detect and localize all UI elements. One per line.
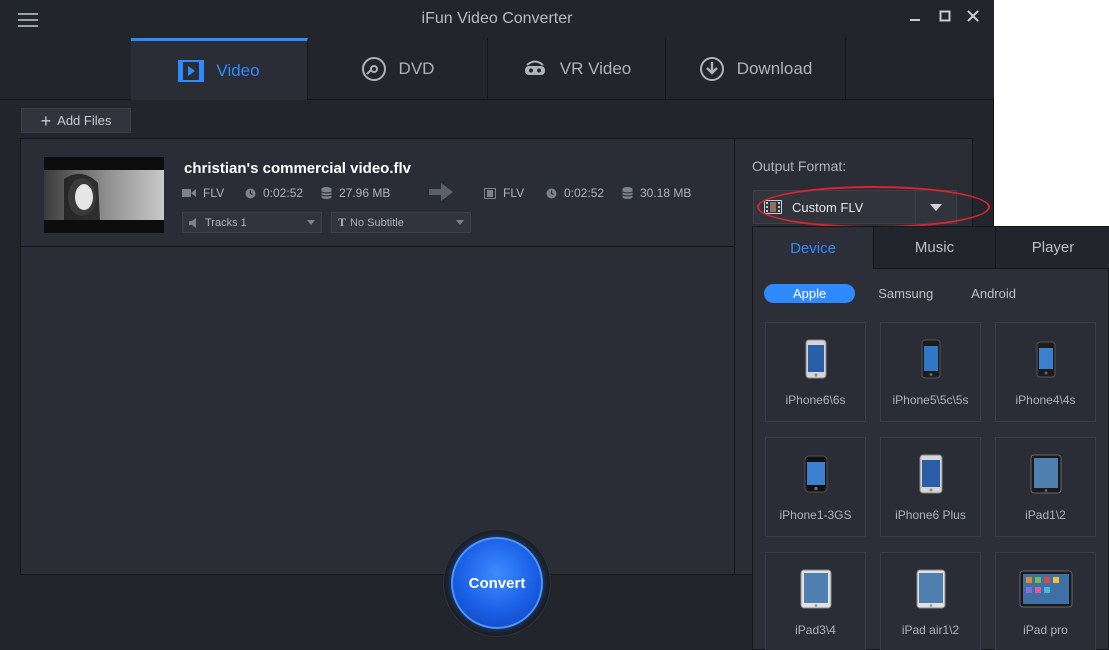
output-duration: 0:02:52: [546, 186, 604, 200]
device-label: iPhone6 Plus: [895, 508, 966, 522]
ipad-icon: [881, 569, 980, 613]
audio-tracks-select[interactable]: Tracks 1: [182, 212, 322, 233]
tab-download-label: Download: [736, 59, 813, 78]
output-format-label: Output Format:: [752, 158, 847, 174]
chevron-down-icon[interactable]: [930, 204, 942, 211]
clock-icon: [245, 188, 256, 199]
video-thumbnail: [44, 157, 164, 233]
device-label: iPhone5\5c\5s: [892, 393, 969, 407]
database-icon: [622, 187, 633, 199]
tab-music[interactable]: Music: [874, 227, 996, 269]
dvd-icon: [361, 57, 386, 81]
tab-vr-video[interactable]: VR Video: [488, 38, 666, 100]
subtitle-value: No Subtitle: [350, 216, 404, 229]
convert-button[interactable]: Convert: [451, 537, 543, 629]
source-duration: 0:02:52: [245, 186, 303, 200]
main-tabs: Video DVD VR Video Download: [0, 38, 994, 100]
device-label: iPad pro: [1023, 623, 1068, 637]
vr-headset-icon: [524, 60, 545, 75]
device-iphone1-3gs[interactable]: iPhone1-3GS: [765, 437, 866, 537]
add-files-label: Add Files: [57, 113, 112, 128]
output-duration-value: 0:02:52: [564, 186, 605, 200]
device-ipad1-2[interactable]: iPad1\2: [995, 437, 1096, 537]
source-format-value: FLV: [203, 186, 225, 200]
device-label: iPad1\2: [1025, 508, 1066, 522]
tab-vr-video-label: VR Video: [559, 59, 632, 78]
device-label: iPhone6\6s: [785, 393, 846, 407]
text-icon: T: [338, 215, 347, 229]
iphone-icon: [881, 454, 980, 498]
subtitle-select[interactable]: T No Subtitle: [331, 212, 471, 233]
file-name: christian's commercial video.flv: [184, 160, 411, 177]
tab-dvd[interactable]: DVD: [308, 38, 488, 100]
device-ipad3-4[interactable]: iPad3\4: [765, 552, 866, 650]
brand-apple[interactable]: Apple: [764, 283, 856, 303]
device-ipad-pro[interactable]: iPad pro: [995, 552, 1096, 650]
tab-video[interactable]: Video: [131, 38, 308, 100]
clock-icon: [546, 188, 557, 199]
tab-video-label: Video: [216, 60, 260, 80]
video-camera-icon: [182, 188, 196, 198]
device-ipad-air1-2[interactable]: iPad air1\2: [880, 552, 981, 650]
tab-device[interactable]: Device: [753, 227, 874, 269]
device-label: iPad3\4: [795, 623, 836, 637]
chevron-down-icon: [456, 220, 464, 225]
iphone-icon: [881, 339, 980, 383]
tab-dvd-label: DVD: [398, 59, 435, 78]
device-label: iPhone1-3GS: [779, 508, 852, 522]
tab-download[interactable]: Download: [666, 38, 846, 100]
output-size-value: 30.18 MB: [640, 186, 692, 200]
source-size-value: 27.96 MB: [339, 186, 391, 200]
ipad-icon: [996, 569, 1095, 613]
divider: [915, 191, 916, 223]
output-format-value: FLV: [503, 186, 525, 200]
format-popup: Device Music Player Apple Samsung Androi…: [752, 226, 1109, 650]
source-size: 27.96 MB: [321, 186, 390, 200]
file-list: christian's commercial video.flv FLV 0:0…: [20, 138, 735, 575]
audio-tracks-value: Tracks 1: [205, 216, 247, 229]
brand-samsung[interactable]: Samsung: [863, 284, 948, 303]
brand-filter: Apple Samsung Android: [764, 283, 1039, 303]
output-size: 30.18 MB: [622, 186, 691, 200]
title-bar: iFun Video Converter: [0, 0, 994, 38]
source-format: FLV: [182, 186, 224, 200]
chevron-down-icon: [307, 220, 315, 225]
device-iphone6-6s[interactable]: iPhone6\6s: [765, 322, 866, 422]
close-icon[interactable]: [964, 9, 982, 27]
output-format-value: Custom FLV: [792, 199, 864, 215]
file-row[interactable]: christian's commercial video.flv FLV 0:0…: [21, 139, 734, 247]
convert-arrow-icon: [429, 183, 453, 206]
device-iphone5-5c-5s[interactable]: iPhone5\5c\5s: [880, 322, 981, 422]
database-icon: [321, 187, 332, 199]
maximize-icon[interactable]: [936, 9, 954, 27]
source-duration-value: 0:02:52: [263, 186, 304, 200]
download-icon: [699, 57, 724, 81]
plus-icon: +: [40, 110, 52, 131]
device-label: iPad air1\2: [901, 623, 960, 637]
speaker-icon: [189, 217, 196, 228]
device-iphone4-4s[interactable]: iPhone4\4s: [995, 322, 1096, 422]
ipad-icon: [766, 569, 865, 613]
ipad-icon: [996, 454, 1095, 498]
video-icon: [178, 59, 205, 82]
add-files-button[interactable]: + Add Files: [21, 108, 131, 133]
iphone-icon: [766, 339, 865, 383]
tab-player[interactable]: Player: [996, 227, 1109, 269]
film-strip-icon: [764, 200, 782, 214]
app-title: iFun Video Converter: [421, 10, 573, 27]
popup-tabs: Device Music Player: [753, 227, 1109, 269]
output-format: FLV: [484, 186, 524, 200]
device-label: iPhone4\4s: [1015, 393, 1076, 407]
film-icon: [484, 187, 496, 199]
iphone-icon: [766, 454, 865, 498]
iphone-icon: [996, 339, 1095, 383]
minimize-icon[interactable]: [906, 9, 924, 27]
output-format-select[interactable]: Custom FLV: [753, 190, 957, 224]
device-iphone6-plus[interactable]: iPhone6 Plus: [880, 437, 981, 537]
brand-android[interactable]: Android: [956, 284, 1031, 303]
